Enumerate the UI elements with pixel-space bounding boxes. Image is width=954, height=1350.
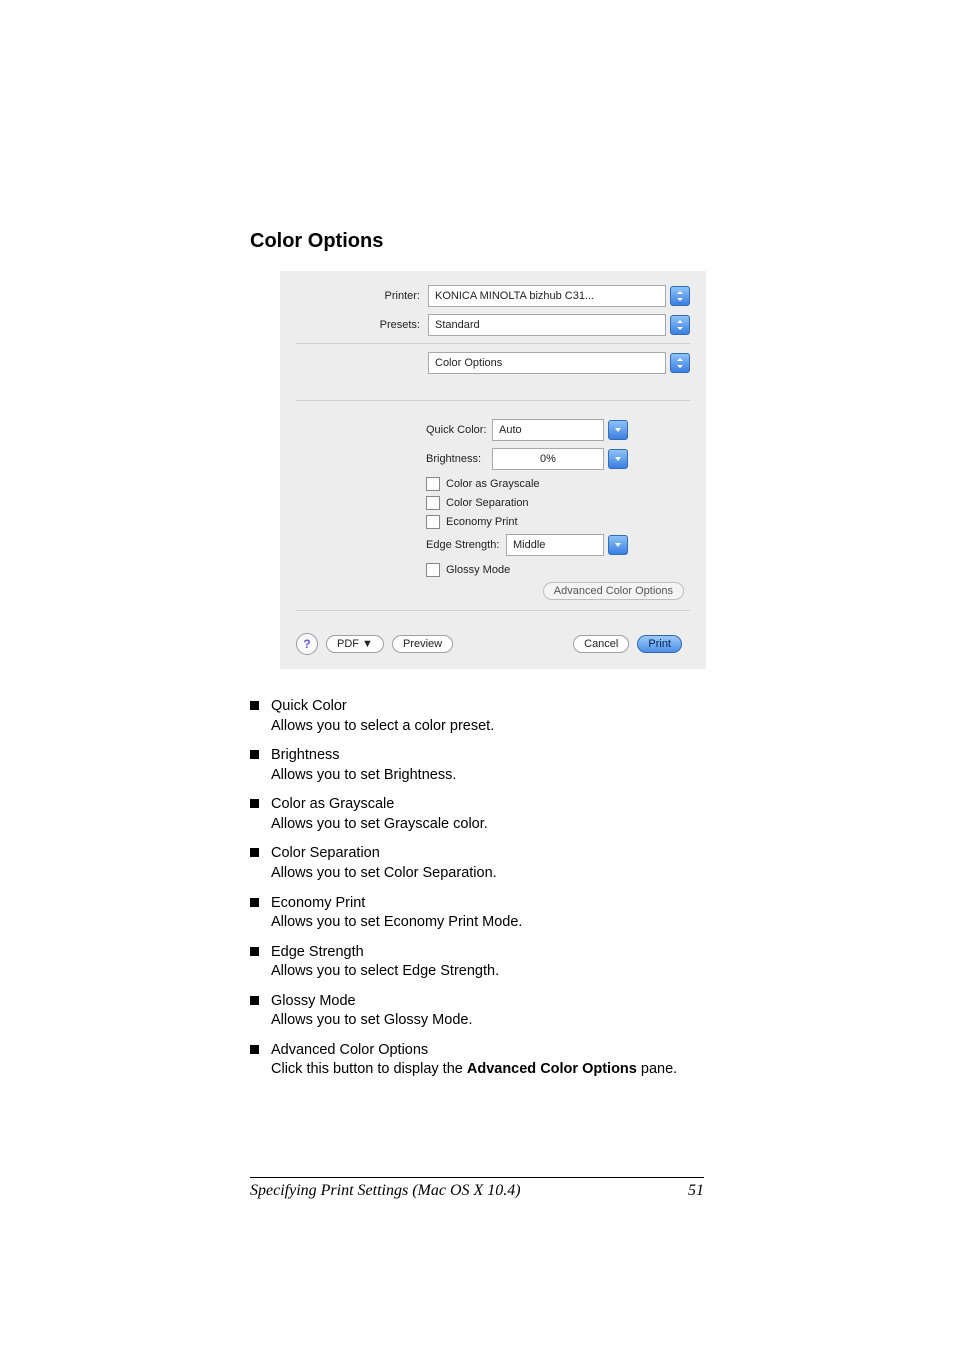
square-bullet-icon — [250, 1045, 259, 1054]
pane-row: Color Options — [296, 352, 690, 374]
color-separation-checkbox[interactable]: Color Separation — [426, 496, 690, 510]
glossy-mode-checkbox[interactable]: Glossy Mode — [426, 563, 690, 577]
list-item: Brightness Allows you to set Brightness. — [250, 746, 704, 785]
item-desc: Allows you to set Economy Print Mode. — [271, 913, 704, 933]
edge-strength-row: Edge Strength: Middle — [296, 534, 690, 556]
edge-strength-label: Edge Strength: — [426, 539, 506, 551]
presets-row: Presets: Standard — [296, 314, 690, 336]
item-title: Glossy Mode — [271, 992, 704, 1012]
square-bullet-icon — [250, 848, 259, 857]
item-title: Color Separation — [271, 844, 704, 864]
list-item: Color as Grayscale Allows you to set Gra… — [250, 795, 704, 834]
brightness-value: 0% — [540, 453, 556, 465]
printer-value: KONICA MINOLTA bizhub C31... — [435, 290, 594, 302]
section-heading: Color Options — [250, 230, 704, 253]
dialog-footer: ? PDF ▼ Preview Cancel Print — [296, 633, 690, 655]
list-item: Color Separation Allows you to set Color… — [250, 844, 704, 883]
list-item: Economy Print Allows you to set Economy … — [250, 894, 704, 933]
dropdown-icon[interactable] — [608, 535, 628, 555]
checkbox-label: Economy Print — [446, 516, 518, 528]
checkbox-icon — [426, 477, 440, 491]
item-desc: Allows you to set Glossy Mode. — [271, 1011, 704, 1031]
pane-value: Color Options — [435, 357, 502, 369]
updown-icon[interactable] — [670, 315, 690, 335]
square-bullet-icon — [250, 947, 259, 956]
pdf-button[interactable]: PDF ▼ — [326, 635, 384, 653]
presets-select[interactable]: Standard — [428, 314, 666, 336]
checkbox-label: Glossy Mode — [446, 564, 510, 576]
checkbox-label: Color Separation — [446, 497, 529, 509]
help-button[interactable]: ? — [296, 633, 318, 655]
feature-list: Quick Color Allows you to select a color… — [250, 697, 704, 1080]
advanced-color-options-button[interactable]: Advanced Color Options — [543, 582, 684, 600]
square-bullet-icon — [250, 799, 259, 808]
item-title: Brightness — [271, 746, 704, 766]
page-footer: Specifying Print Settings (Mac OS X 10.4… — [250, 1177, 704, 1200]
dropdown-icon[interactable] — [608, 449, 628, 469]
item-desc: Allows you to set Grayscale color. — [271, 815, 704, 835]
page-number: 51 — [688, 1182, 704, 1200]
footer-text: Specifying Print Settings (Mac OS X 10.4… — [250, 1182, 521, 1200]
checkbox-icon — [426, 515, 440, 529]
item-desc: Allows you to set Color Separation. — [271, 864, 704, 884]
printer-row: Printer: KONICA MINOLTA bizhub C31... — [296, 285, 690, 307]
presets-label: Presets: — [296, 319, 428, 331]
item-desc: Allows you to select Edge Strength. — [271, 962, 704, 982]
square-bullet-icon — [250, 701, 259, 710]
pane-select[interactable]: Color Options — [428, 352, 666, 374]
item-desc: Allows you to set Brightness. — [271, 766, 704, 786]
dropdown-icon[interactable] — [608, 420, 628, 440]
color-as-grayscale-checkbox[interactable]: Color as Grayscale — [426, 477, 690, 491]
preview-button[interactable]: Preview — [392, 635, 453, 653]
square-bullet-icon — [250, 750, 259, 759]
item-desc: Allows you to select a color preset. — [271, 717, 704, 737]
presets-value: Standard — [435, 319, 480, 331]
advanced-color-options-row: Advanced Color Options — [296, 582, 690, 600]
item-title: Color as Grayscale — [271, 795, 704, 815]
updown-icon[interactable] — [670, 286, 690, 306]
print-dialog-screenshot: Printer: KONICA MINOLTA bizhub C31... Pr… — [280, 271, 706, 669]
printer-label: Printer: — [296, 290, 428, 302]
quick-color-select[interactable]: Auto — [492, 419, 604, 441]
brightness-row: Brightness: 0% — [296, 448, 690, 470]
item-title: Advanced Color Options — [271, 1041, 704, 1061]
checkbox-icon — [426, 496, 440, 510]
printer-select[interactable]: KONICA MINOLTA bizhub C31... — [428, 285, 666, 307]
list-item: Quick Color Allows you to select a color… — [250, 697, 704, 736]
edge-strength-value: Middle — [513, 539, 545, 551]
list-item: Edge Strength Allows you to select Edge … — [250, 943, 704, 982]
list-item: Advanced Color Options Click this button… — [250, 1041, 704, 1080]
item-title: Economy Print — [271, 894, 704, 914]
square-bullet-icon — [250, 996, 259, 1005]
quick-color-label: Quick Color: — [426, 424, 492, 436]
brightness-select[interactable]: 0% — [492, 448, 604, 470]
item-title: Quick Color — [271, 697, 704, 717]
checkbox-icon — [426, 563, 440, 577]
item-desc: Click this button to display the Advance… — [271, 1060, 704, 1080]
edge-strength-select[interactable]: Middle — [506, 534, 604, 556]
color-options-group: Quick Color: Auto Brightness: 0% — [296, 400, 690, 611]
square-bullet-icon — [250, 898, 259, 907]
document-page: Color Options Printer: KONICA MINOLTA bi… — [0, 0, 954, 1350]
economy-print-checkbox[interactable]: Economy Print — [426, 515, 690, 529]
updown-icon[interactable] — [670, 353, 690, 373]
item-title: Edge Strength — [271, 943, 704, 963]
brightness-label: Brightness: — [426, 453, 492, 465]
checkbox-label: Color as Grayscale — [446, 478, 540, 490]
quick-color-value: Auto — [499, 424, 522, 436]
list-item: Glossy Mode Allows you to set Glossy Mod… — [250, 992, 704, 1031]
divider — [296, 343, 690, 344]
print-button[interactable]: Print — [637, 635, 682, 653]
quick-color-row: Quick Color: Auto — [296, 419, 690, 441]
cancel-button[interactable]: Cancel — [573, 635, 629, 653]
